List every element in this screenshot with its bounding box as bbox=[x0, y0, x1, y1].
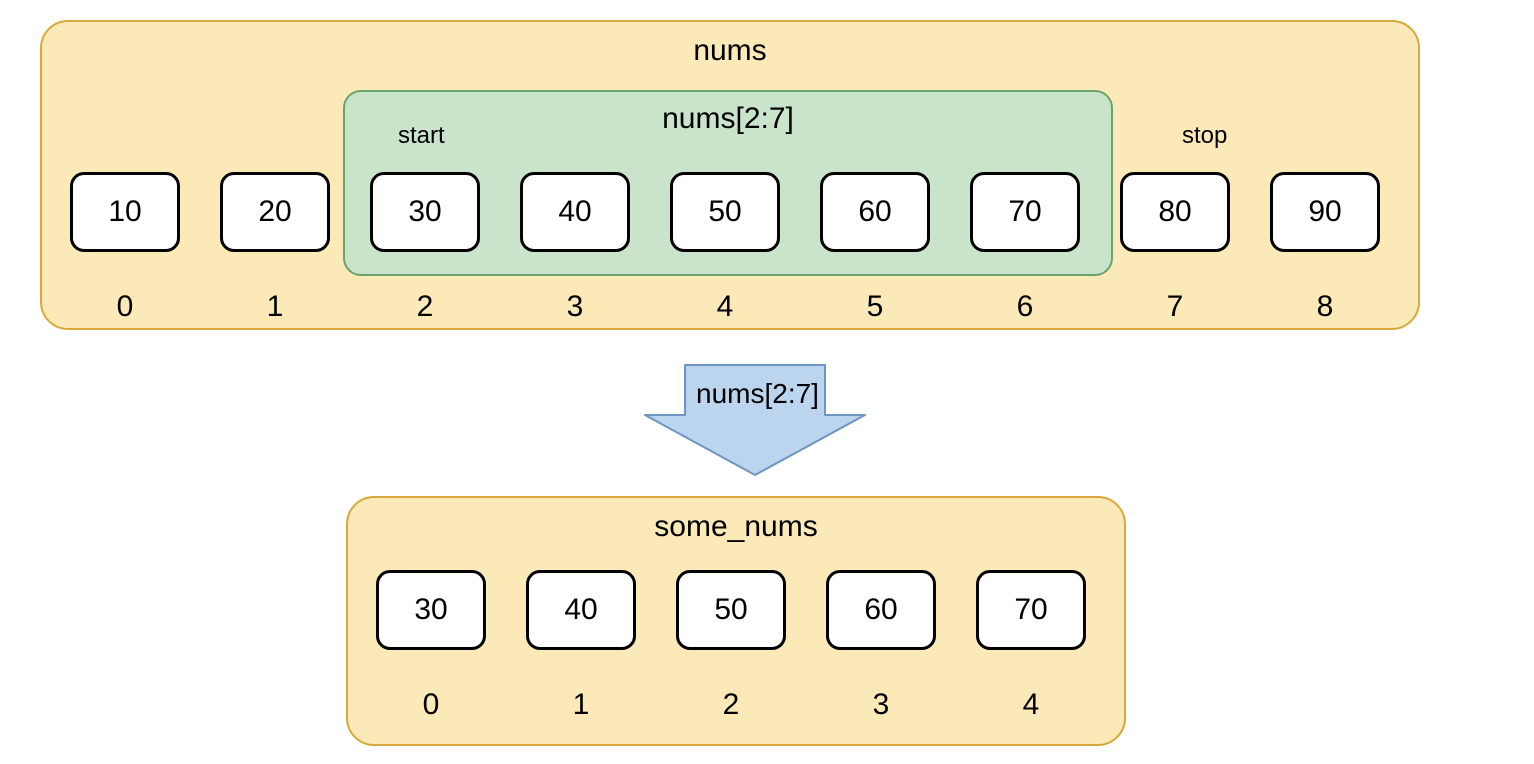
bottom-cell: 70 bbox=[976, 570, 1086, 650]
top-cell: 20 bbox=[220, 172, 330, 252]
top-cell: 50 bbox=[670, 172, 780, 252]
top-index: 6 bbox=[970, 290, 1080, 324]
bottom-list-title: some_nums bbox=[348, 510, 1124, 544]
top-index: 8 bbox=[1270, 290, 1380, 324]
bottom-cell: 60 bbox=[826, 570, 936, 650]
top-cell: 10 bbox=[70, 172, 180, 252]
top-cell: 60 bbox=[820, 172, 930, 252]
bottom-cell: 30 bbox=[376, 570, 486, 650]
top-index: 5 bbox=[820, 290, 930, 324]
diagram-canvas: nums nums[2:7] start stop 10 20 30 40 50… bbox=[0, 0, 1534, 764]
top-cell: 90 bbox=[1270, 172, 1380, 252]
top-list-title: nums bbox=[42, 34, 1418, 68]
top-index: 1 bbox=[220, 290, 330, 324]
top-cell: 30 bbox=[370, 172, 480, 252]
bottom-index: 4 bbox=[976, 688, 1086, 722]
bottom-index: 1 bbox=[526, 688, 636, 722]
bottom-index: 0 bbox=[376, 688, 486, 722]
bottom-cell: 50 bbox=[676, 570, 786, 650]
bottom-cell: 40 bbox=[526, 570, 636, 650]
top-index: 7 bbox=[1120, 290, 1230, 324]
top-cell: 80 bbox=[1120, 172, 1230, 252]
top-index: 3 bbox=[520, 290, 630, 324]
stop-label: stop bbox=[1182, 122, 1227, 150]
start-label: start bbox=[398, 122, 445, 150]
top-index: 4 bbox=[670, 290, 780, 324]
top-index: 0 bbox=[70, 290, 180, 324]
top-cell: 40 bbox=[520, 172, 630, 252]
top-index: 2 bbox=[370, 290, 480, 324]
bottom-index: 3 bbox=[826, 688, 936, 722]
bottom-index: 2 bbox=[676, 688, 786, 722]
slice-title: nums[2:7] bbox=[345, 102, 1111, 136]
arrow-label: nums[2:7] bbox=[696, 378, 819, 410]
slice-arrow: nums[2:7] bbox=[640, 360, 870, 480]
top-cell: 70 bbox=[970, 172, 1080, 252]
